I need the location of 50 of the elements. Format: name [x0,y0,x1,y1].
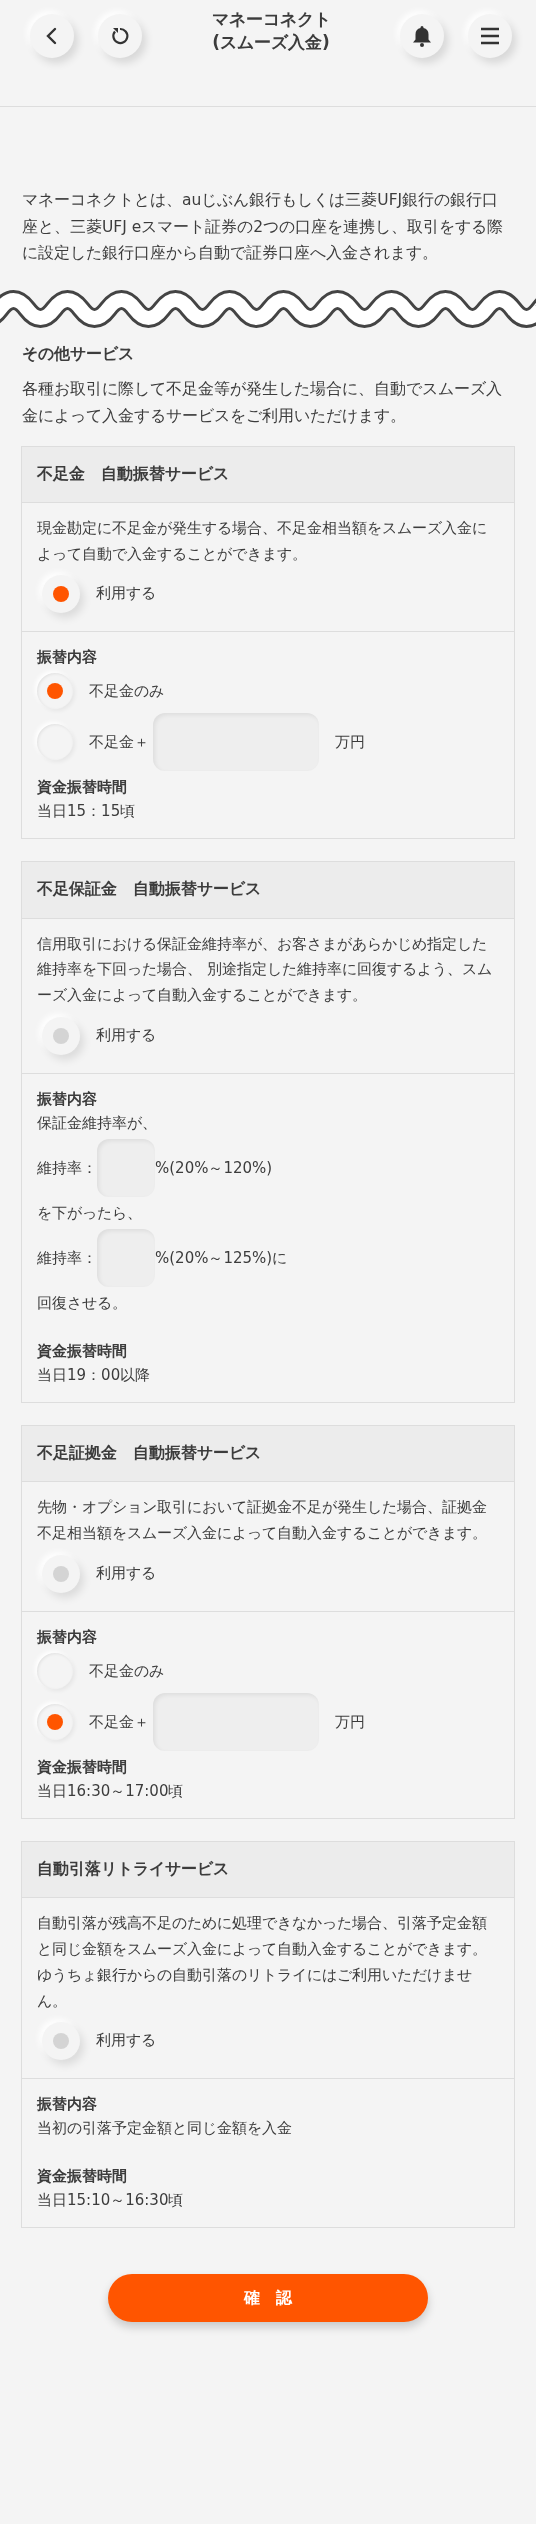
unit-label: 万円 [335,1711,365,1733]
detail-text: 回復させる。 [37,1293,128,1314]
rate-label: 維持率： [37,1158,97,1179]
field-label: 振替内容 [37,1089,98,1110]
card-title: 不足保証金 自動振替サービス [22,862,514,919]
unit-label: 万円 [335,732,365,754]
field-label: 資金振替時間 [37,1341,128,1362]
card-title: 自動引落リトライサービス [22,1841,514,1899]
radio-label: 不足金のみ [89,1660,164,1682]
refresh-icon [109,25,131,47]
rate-range: %(20%～120%) [155,1158,273,1179]
radio-button[interactable] [37,673,73,710]
menu-icon [480,27,500,45]
toggle-label: 利用する [96,583,156,605]
bell-icon [411,24,433,48]
radio-button[interactable] [37,1703,73,1740]
field-label: 振替内容 [37,1626,98,1648]
radio-label: 不足金＋ [89,732,149,754]
detail-text: を下がったら、 [37,1203,143,1224]
time-value: 当日15:10～16:30頃 [37,2190,185,2212]
field-label: 振替内容 [37,2094,98,2116]
field-label: 資金振替時間 [37,1756,128,1778]
time-value: 当日19：00以降 [37,1365,152,1386]
back-icon [45,27,59,45]
toggle-label: 利用する [96,1025,156,1047]
confirm-button[interactable]: 確 認 [108,2274,428,2323]
detail-text: 当初の引落予定金額と同じ金額を入金 [37,2118,293,2140]
radio-label: 不足金＋ [89,1711,149,1733]
card-title: 不足証拠金 自動振替サービス [22,1426,514,1483]
card-description: 信用取引における保証金維持率が、お客さまがあらかじめ指定した維持率を下回った場合、 別途指定した維持率に回復するよう、スムーズ入金によって自動入金することができます。 [37,933,493,1007]
toggle-label: 利用する [96,1562,156,1584]
card-description: 自動引落が残高不足のために処理できなかった場合、引落予定金額と同じ金額をスムーズ入金によって自動入金することができます。ゆうちょ銀行からの自動引落のリトライにはご利用いただけません。 [37,1913,488,2012]
rate-range: %(20%～125%)に [155,1248,288,1269]
toggle-label: 利用する [96,2030,156,2052]
detail-text: 保証金維持率が、 [37,1113,158,1134]
field-label: 資金振替時間 [37,2166,128,2188]
section-heading: その他サービス [21,343,135,365]
card-title: 不足金 自動振替サービス [22,446,514,503]
radio-label: 不足金のみ [89,681,164,703]
time-value: 当日16:30～17:00頃 [37,1780,185,1802]
time-value: 当日15：15頃 [37,801,137,823]
section-description: 各種お取引に際して不足金等が発生した場合に、自動でスムーズ入金によって入金するサービスをご利用いただけます。 [21,379,503,427]
field-label: 振替内容 [37,647,98,669]
page-title: (スムーズ入金) [211,30,331,54]
card-description: 先物・オプション取引において証拠金不足が発生した場合、証拠金不足相当額をスムーズ入金によって自動入金することができます。 [37,1497,488,1545]
page-title: マネーコネクト [211,8,331,31]
rate-label: 維持率： [37,1248,97,1269]
card-description: 現金勘定に不足金が発生する場合、不足金相当額をスムーズ入金によって自動で入金することができます。 [37,517,488,565]
intro-paragraph: マネーコネクトとは、auじぶん銀行もしくは三菱UFJ銀行の銀行口座と、三菱UFJ eスマート証券の2つの口座を連携し、取引をする際に設定した銀行口座から自動で証券口座へ入金されます。 [21,190,505,265]
field-label: 資金振替時間 [37,777,128,799]
